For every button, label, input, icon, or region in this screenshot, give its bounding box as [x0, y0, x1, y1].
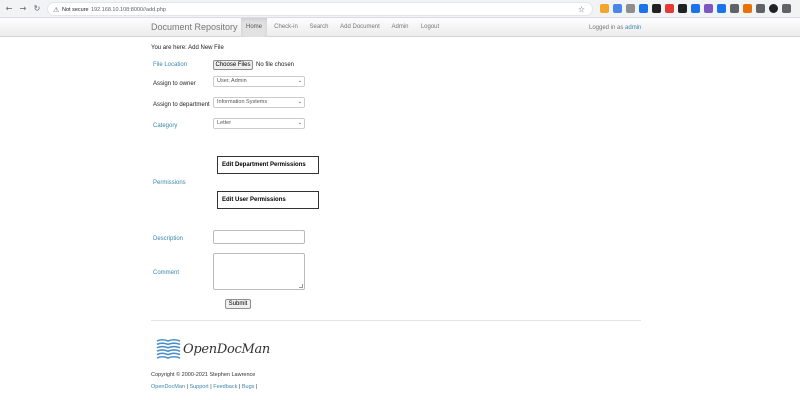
owner-select-value: User, Admin — [217, 78, 247, 84]
browser-extension-icon[interactable] — [652, 4, 661, 13]
chevron-down-icon: ⌄ — [297, 99, 302, 105]
chevron-down-icon: ⌄ — [297, 78, 302, 84]
address-bar[interactable]: ⚠ Not secure 192.168.10.108:8000//add.ph… — [47, 2, 593, 16]
browser-extension-icon[interactable] — [678, 4, 687, 13]
footer-link-bugs[interactable]: Bugs — [242, 384, 255, 390]
permissions-label[interactable]: Permissions — [153, 179, 186, 187]
forward-icon[interactable]: → — [18, 4, 28, 14]
breadcrumb: You are here: Add New File — [151, 45, 224, 51]
chevron-down-icon: ⌄ — [297, 120, 302, 126]
comment-textarea[interactable] — [213, 253, 305, 290]
browser-extension-icon[interactable] — [782, 4, 791, 13]
owner-select[interactable]: User, Admin ⌄ — [213, 76, 305, 87]
book-page-line — [156, 349, 181, 353]
choose-files-button[interactable]: Choose Files — [213, 60, 253, 70]
nav-logout[interactable]: Logout — [416, 18, 444, 37]
reload-icon[interactable]: ↻ — [32, 4, 42, 14]
edit-user-permissions-button[interactable]: Edit User Permissions — [217, 191, 319, 209]
warning-icon[interactable]: ⚠ — [53, 5, 59, 15]
department-select[interactable]: Information Systems ⌄ — [213, 97, 305, 108]
category-select[interactable]: Letter ⌄ — [213, 118, 305, 129]
book-page-line — [156, 355, 181, 359]
browser-extension-icon[interactable] — [691, 4, 700, 13]
footer-link-feedback[interactable]: Feedback — [213, 384, 237, 390]
submit-button[interactable]: Submit — [225, 299, 251, 309]
back-icon[interactable]: ← — [4, 4, 14, 14]
book-page-line — [156, 342, 181, 346]
copyright-text: Copyright © 2000-2021 Stephen Lawrence — [151, 372, 256, 378]
footer-link-opendocman[interactable]: OpenDocMan — [151, 384, 185, 390]
logged-in-status: Logged in as admin — [589, 24, 641, 32]
browser-extension-icon[interactable] — [704, 4, 713, 13]
description-input[interactable] — [213, 230, 305, 244]
category-label[interactable]: Category — [153, 122, 177, 130]
logged-in-user-link[interactable]: admin — [625, 25, 641, 31]
security-label[interactable]: Not secure — [62, 6, 89, 14]
browser-extension-icon[interactable] — [717, 4, 726, 13]
comment-label[interactable]: Comment — [153, 269, 179, 277]
browser-extension-icon[interactable] — [600, 4, 609, 13]
assign-department-label: Assign to department — [153, 102, 210, 108]
resize-handle-icon[interactable] — [299, 284, 303, 288]
browser-extension-icon[interactable] — [626, 4, 635, 13]
brand-title[interactable]: Document Repository — [151, 21, 238, 34]
department-select-value: Information Systems — [217, 99, 268, 105]
logged-in-prefix: Logged in as — [589, 25, 624, 31]
nav-home[interactable]: Home — [241, 18, 267, 37]
book-page-line — [156, 338, 181, 342]
bookmark-star-icon[interactable]: ☆ — [578, 5, 585, 15]
browser-extension-icon[interactable] — [665, 4, 674, 13]
file-status-text: No file chosen — [256, 62, 295, 68]
browser-extension-icon[interactable] — [639, 4, 648, 13]
footer-links: OpenDocMan | Support | Feedback | Bugs | — [151, 384, 258, 390]
assign-owner-label: Assign to owner — [153, 81, 196, 87]
book-page-line — [156, 352, 181, 356]
url-text[interactable]: 192.168.10.108:8000//add.php — [91, 6, 166, 14]
browser-extension-icon[interactable] — [769, 4, 778, 13]
footer-logo-text: OpenDocMan — [183, 342, 271, 357]
file-location-label[interactable]: File Location — [153, 61, 187, 69]
browser-extension-icon[interactable] — [730, 4, 739, 13]
browser-extension-icon[interactable] — [743, 4, 752, 13]
nav-search[interactable]: Search — [305, 18, 333, 37]
nav-check-in[interactable]: Check-in — [270, 18, 302, 37]
description-label[interactable]: Description — [153, 235, 183, 243]
nav-admin[interactable]: Admin — [388, 18, 412, 37]
nav-add-document[interactable]: Add Document — [337, 18, 383, 37]
edit-department-permissions-button[interactable]: Edit Department Permissions — [217, 156, 319, 174]
browser-toolbar: ← → ↻ ⚠ Not secure 192.168.10.108:8000//… — [0, 0, 800, 18]
browser-extension-icon[interactable] — [756, 4, 765, 13]
footer-divider — [151, 320, 641, 321]
category-select-value: Letter — [217, 120, 232, 126]
browser-extension-icon[interactable] — [613, 4, 622, 13]
footer-link-support[interactable]: Support — [189, 384, 208, 390]
book-page-line — [156, 345, 181, 349]
